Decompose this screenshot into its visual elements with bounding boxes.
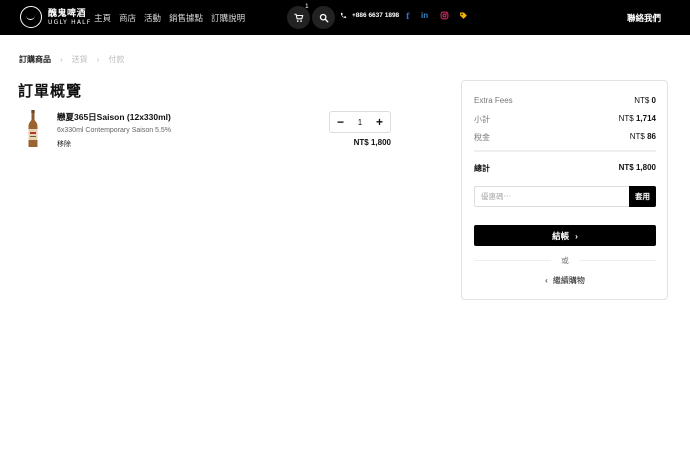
nav-shop[interactable]: 商店 — [119, 12, 136, 24]
tax-currency: NT$ — [629, 132, 645, 141]
main-nav: 主頁 商店 活動 銷售據點 訂購說明 — [94, 12, 245, 24]
phone-contact[interactable]: +886 6637 1898 — [340, 12, 399, 19]
logo-text: 醜鬼啤酒 UGLY HALF — [48, 7, 92, 26]
remove-item-link[interactable]: 移除 — [57, 139, 71, 149]
instagram-icon[interactable] — [440, 11, 449, 22]
nav-home[interactable]: 主頁 — [94, 12, 111, 24]
chevron-right-icon: › — [96, 55, 100, 64]
extra-fees-label: Extra Fees — [474, 96, 513, 105]
tax-label: 稅金 — [474, 133, 490, 142]
contact-us-link[interactable]: 聯絡我們 — [627, 12, 661, 24]
chevron-right-icon: › — [575, 230, 578, 241]
breadcrumb-step-payment: 付款 — [108, 55, 125, 64]
checkout-button[interactable]: 結帳 › — [474, 225, 656, 246]
nav-events[interactable]: 活動 — [144, 12, 161, 24]
increase-quantity-button[interactable]: + — [376, 116, 383, 128]
search-button[interactable] — [312, 6, 335, 29]
extra-fees-row: Extra Fees NT$ 0 — [474, 96, 656, 105]
tax-row: 稅金 NT$ 86 — [474, 132, 656, 143]
total-label: 總計 — [474, 164, 490, 173]
decrease-quantity-button[interactable]: − — [337, 116, 344, 128]
beer-bottle-image — [28, 110, 38, 147]
search-icon — [319, 13, 328, 22]
checkout-label: 結帳 — [552, 230, 570, 241]
checkout-breadcrumb: 訂購商品 › 送貨 › 付款 — [19, 54, 124, 65]
logo-english-name: UGLY HALF — [48, 18, 92, 26]
total-value: NT$ 1,800 — [618, 163, 656, 172]
divider — [474, 150, 656, 152]
breadcrumb-step-shipping: 送貨 — [71, 55, 88, 64]
subtotal-row: 小計 NT$ 1,714 — [474, 114, 656, 125]
subtotal-currency: NT$ — [618, 114, 634, 123]
product-name[interactable]: 戀夏365日Saison (12x330ml) — [57, 111, 171, 123]
logo-chinese-name: 醜鬼啤酒 — [48, 7, 87, 18]
breadcrumb-step-order[interactable]: 訂購商品 — [19, 54, 51, 65]
top-navigation-bar: 醜鬼啤酒 UGLY HALF 主頁 商店 活動 銷售據點 訂購說明 1 +886… — [0, 0, 690, 35]
continue-shopping-link[interactable]: ‹ 繼續購物 — [474, 275, 656, 286]
phone-icon — [340, 12, 347, 19]
or-separator: 或 — [474, 255, 656, 266]
coupon-code-input[interactable] — [475, 187, 629, 206]
item-price: NT$ 1,800 — [353, 138, 391, 147]
tag-icon[interactable] — [459, 11, 468, 22]
subtotal-label: 小計 — [474, 115, 490, 124]
chevron-left-icon: ‹ — [545, 276, 548, 285]
nav-ordering-info[interactable]: 訂購說明 — [211, 12, 245, 24]
continue-shopping-label: 繼續購物 — [552, 276, 585, 285]
coupon-form: 套用 — [474, 186, 656, 207]
brand-logo[interactable]: 醜鬼啤酒 UGLY HALF — [20, 6, 91, 28]
order-totals-panel: Extra Fees NT$ 0 小計 NT$ 1,714 稅金 NT$ 86 … — [461, 80, 668, 300]
product-description: 6x330ml Contemporary Saison 5.5% — [57, 127, 172, 134]
linkedin-icon[interactable]: in — [421, 11, 428, 20]
extra-fees-currency: NT$ — [634, 96, 650, 105]
nav-stockists[interactable]: 銷售據點 — [169, 12, 203, 24]
cart-icon — [293, 13, 303, 22]
facebook-icon[interactable]: f — [406, 11, 409, 21]
tax-value: 86 — [647, 132, 656, 141]
cart-count-badge: 1 — [305, 3, 309, 10]
apply-coupon-button[interactable]: 套用 — [629, 186, 656, 207]
total-row: 總計 NT$ 1,800 — [474, 163, 656, 174]
quantity-value[interactable]: 1 — [358, 118, 362, 127]
subtotal-value: 1,714 — [635, 114, 656, 123]
chevron-right-icon: › — [60, 55, 63, 64]
or-label: 或 — [561, 256, 569, 265]
extra-fees-value: 0 — [651, 96, 656, 105]
phone-number: +886 6637 1898 — [352, 12, 400, 19]
quantity-stepper: − 1 + — [329, 111, 391, 133]
page-title: 訂單概覽 — [18, 83, 83, 100]
logo-mark-icon — [20, 6, 42, 28]
